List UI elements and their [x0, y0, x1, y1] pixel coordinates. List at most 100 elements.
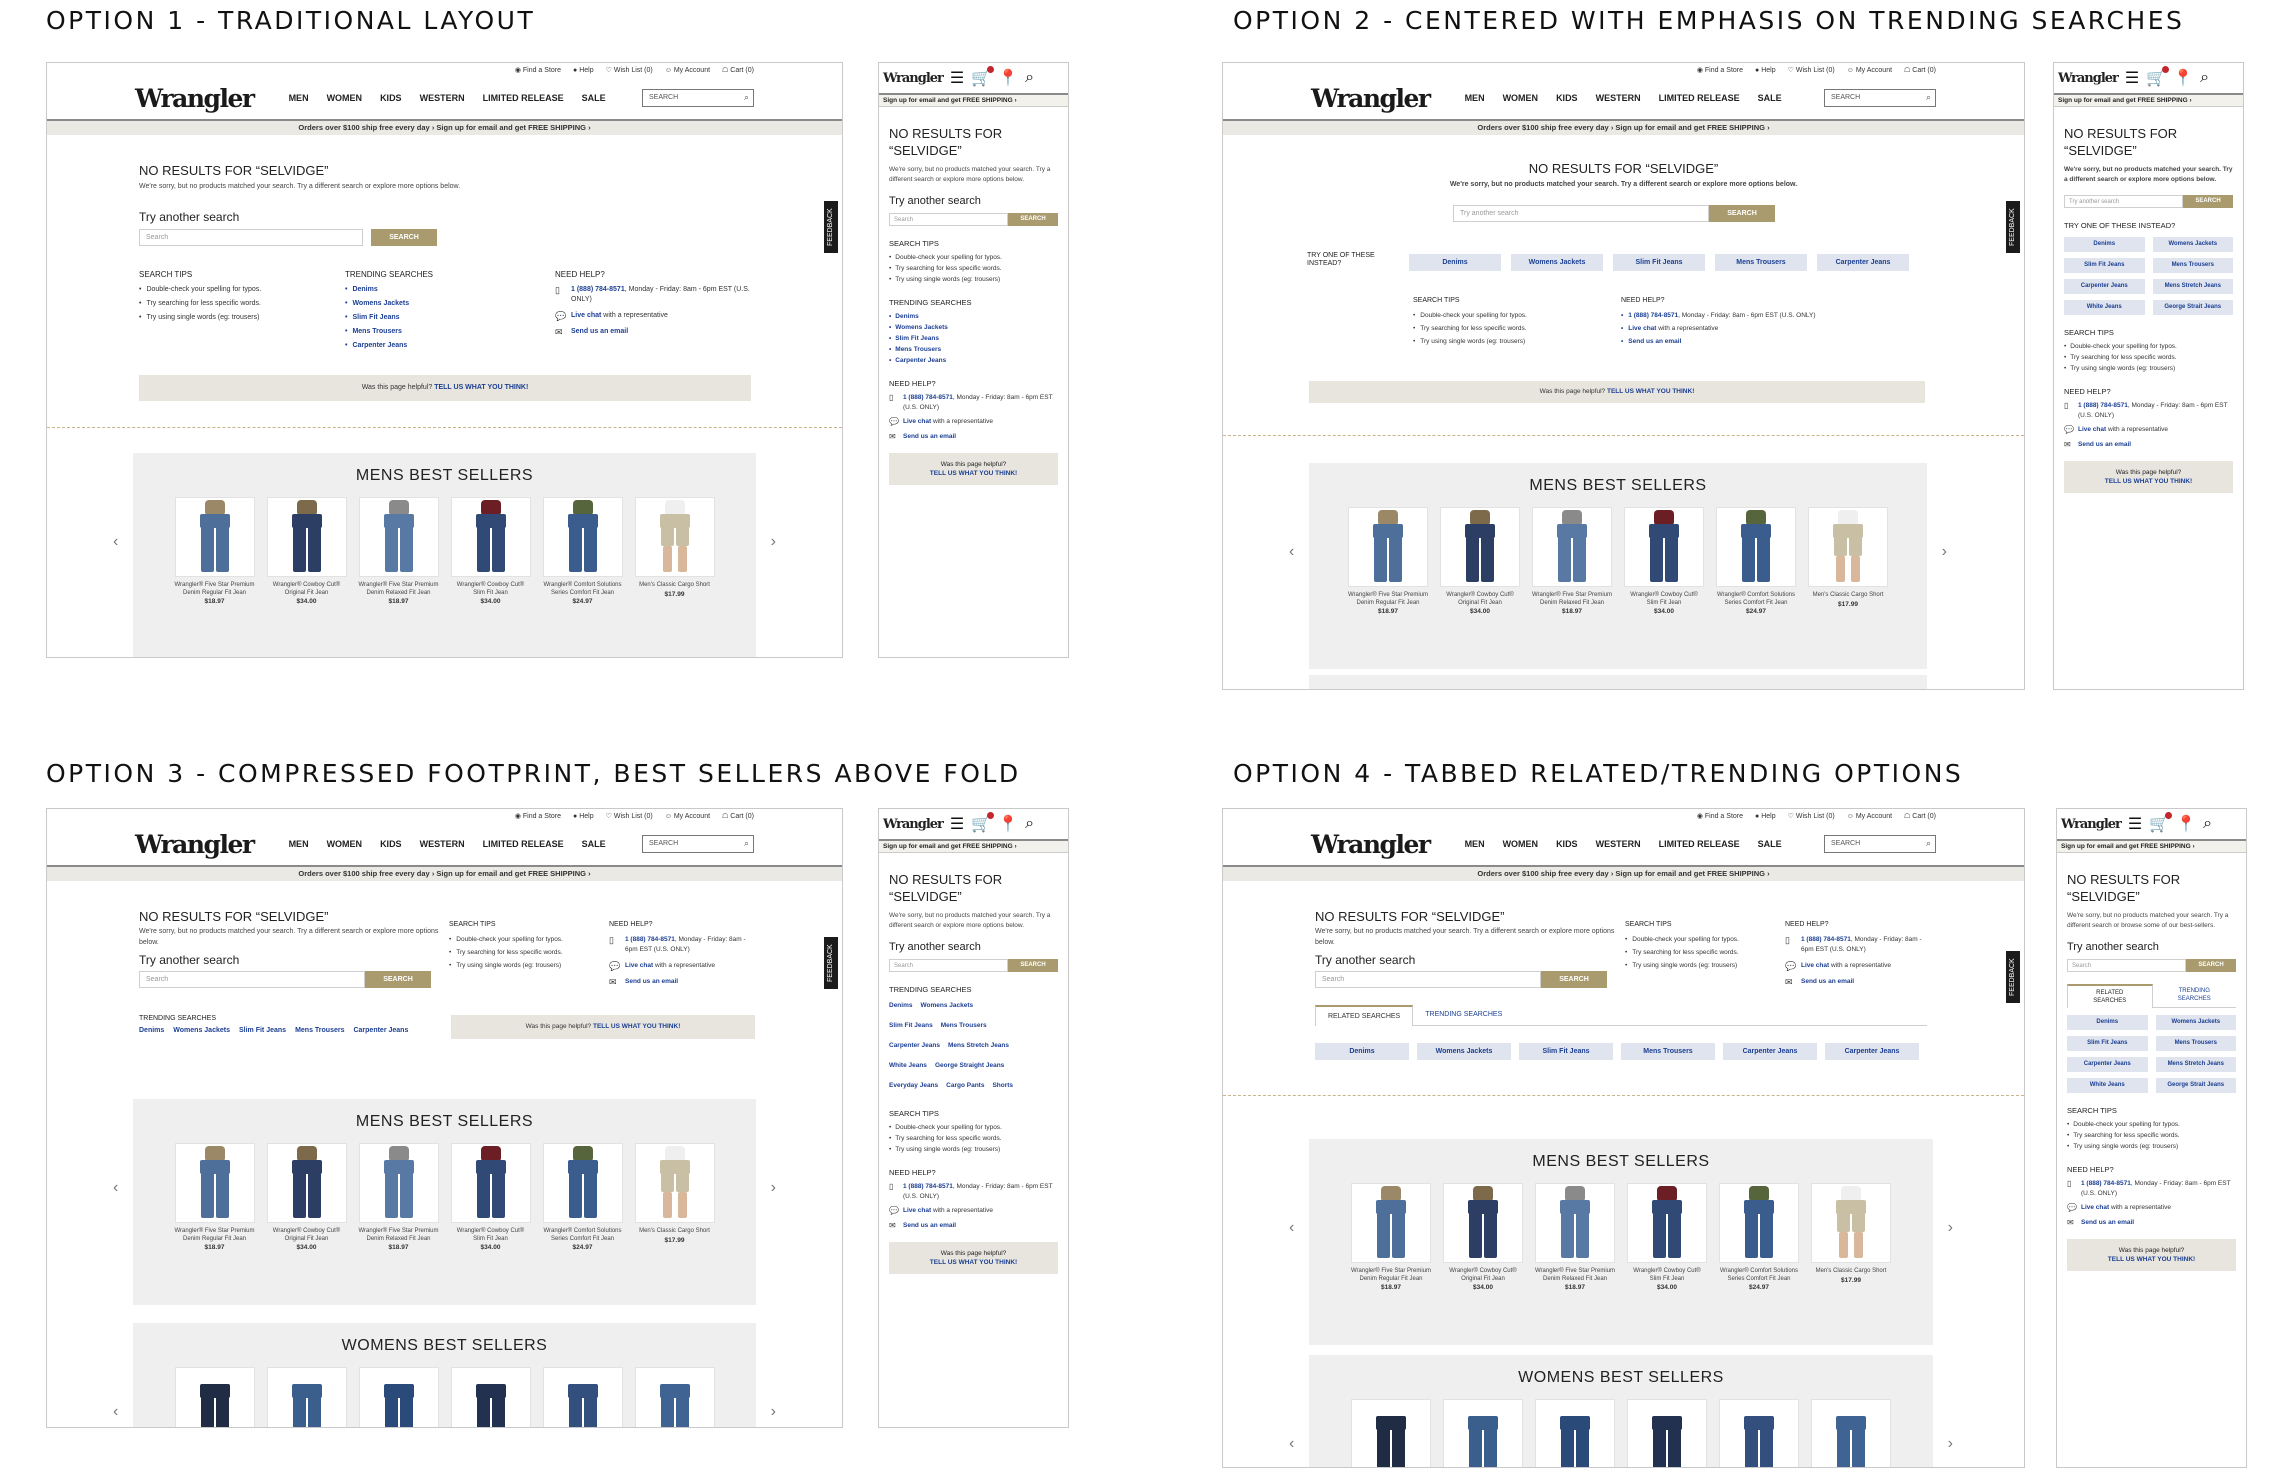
- phone-link[interactable]: 1 (888) 784-8571: [571, 286, 625, 293]
- product-card[interactable]: Men's Classic Cargo Short $17.99: [1808, 507, 1888, 615]
- product-name[interactable]: Wrangler® Five Star Premium Denim Relaxe…: [359, 1228, 439, 1243]
- phone-link[interactable]: 1 (888) 784-8571: [1628, 312, 1678, 319]
- phone-link[interactable]: 1 (888) 784-8571: [903, 1183, 953, 1190]
- product-name[interactable]: Wrangler® Comfort Solutions Series Comfo…: [543, 582, 623, 597]
- product-image[interactable]: [634, 1143, 715, 1223]
- product-card[interactable]: Wrangler® Comfort Solutions Series Comfo…: [1716, 507, 1796, 615]
- wrangler-logo[interactable]: Wrangler: [135, 84, 255, 113]
- cart-icon[interactable]: 🛒: [971, 812, 995, 834]
- product-card[interactable]: Wrangler® Comfort Solutions Series Comfo…: [1719, 1183, 1799, 1291]
- search-pill[interactable]: George Strait Jeans: [2152, 300, 2233, 315]
- related-pill[interactable]: Carpenter Jeans: [1825, 1043, 1919, 1060]
- live-chat-link[interactable]: Live chat: [903, 418, 931, 425]
- product-card[interactable]: Wrangler® Five Star Premium Denim Relaxe…: [1532, 507, 1612, 615]
- nav-item[interactable]: WESTERN: [420, 93, 465, 103]
- search-input[interactable]: Search: [2067, 959, 2186, 972]
- nav-item[interactable]: KIDS: [1556, 839, 1578, 849]
- nav-item[interactable]: WESTERN: [1596, 839, 1641, 849]
- wrangler-logo[interactable]: Wrangler: [135, 830, 255, 859]
- trending-link[interactable]: George Straight Jeans: [935, 1062, 1004, 1069]
- cart-icon[interactable]: 🛒: [2149, 812, 2173, 834]
- helpful-link[interactable]: TELL US WHAT YOU THINK!: [2071, 1255, 2232, 1264]
- product-image[interactable]: [1351, 1183, 1431, 1263]
- product-name[interactable]: Wrangler® Cowboy Cut® Slim Fit Jean: [451, 1228, 531, 1243]
- email-link[interactable]: Send us an email: [2081, 1218, 2134, 1228]
- product-image[interactable]: [1627, 1399, 1707, 1467]
- product-name[interactable]: Wrangler® Five Star Premium Denim Relaxe…: [359, 582, 439, 597]
- utility-link[interactable]: ☺ My Account: [665, 67, 710, 74]
- location-pin-icon[interactable]: 📍: [998, 68, 1018, 88]
- helpful-link[interactable]: TELL US WHAT YOU THINK!: [2068, 477, 2229, 486]
- search-pill[interactable]: Mens Stretch Jeans: [2152, 279, 2233, 294]
- chevron-left-icon[interactable]: ‹: [113, 533, 118, 551]
- product-name[interactable]: Wrangler® Five Star Premium Denim Relaxe…: [1535, 1268, 1615, 1283]
- product-image[interactable]: [1808, 507, 1888, 587]
- utility-link[interactable]: ♡ Wish List (0): [1788, 812, 1835, 820]
- product-image[interactable]: [174, 1367, 255, 1427]
- product-name[interactable]: Wrangler® Comfort Solutions Series Comfo…: [1716, 592, 1796, 607]
- product-image[interactable]: [266, 1143, 347, 1223]
- hamburger-menu-icon[interactable]: ☰: [2125, 68, 2139, 88]
- wrangler-logo[interactable]: Wrangler: [883, 817, 944, 832]
- search-pill[interactable]: George Strait Jeans: [2155, 1078, 2236, 1093]
- search-pill[interactable]: Mens Trousers: [2155, 1036, 2236, 1051]
- utility-link[interactable]: ☖ Cart (0): [722, 812, 754, 820]
- nav-item[interactable]: LIMITED RELEASE: [483, 839, 564, 849]
- product-name[interactable]: Wrangler® Cowboy Cut® Slim Fit Jean: [451, 582, 531, 597]
- product-card[interactable]: [1811, 1399, 1891, 1467]
- search-pill[interactable]: Carpenter Jeans: [2064, 279, 2145, 294]
- product-name[interactable]: Men's Classic Cargo Short: [1811, 1268, 1891, 1276]
- promo-bar[interactable]: Orders over $100 ship free every day › S…: [1223, 119, 2024, 135]
- trending-link[interactable]: Slim Fit Jeans: [889, 1022, 933, 1029]
- nav-item[interactable]: WOMEN: [327, 93, 363, 103]
- feedback-tab[interactable]: FEEDBACK: [824, 201, 838, 253]
- chevron-left-icon[interactable]: ‹: [1289, 543, 1294, 561]
- search-button[interactable]: SEARCH: [2183, 195, 2233, 208]
- related-pill[interactable]: Womens Jackets: [1417, 1043, 1511, 1060]
- nav-item[interactable]: MEN: [1465, 839, 1485, 849]
- product-name[interactable]: Wrangler® Cowboy Cut® Original Fit Jean: [1443, 1268, 1523, 1283]
- product-card[interactable]: [1535, 1399, 1615, 1467]
- trending-link[interactable]: Mens Trousers: [889, 344, 1058, 355]
- nav-item[interactable]: SALE: [582, 839, 606, 849]
- trending-link[interactable]: Shorts: [992, 1082, 1013, 1089]
- mobile-promo-bar[interactable]: Sign up for email and get FREE SHIPPING …: [2054, 93, 2243, 107]
- product-image[interactable]: [450, 497, 531, 577]
- product-name[interactable]: Wrangler® Five Star Premium Denim Regula…: [1351, 1268, 1431, 1283]
- cart-icon[interactable]: 🛒: [971, 66, 995, 88]
- product-card[interactable]: [450, 1367, 531, 1427]
- search-pill[interactable]: Mens Trousers: [2152, 258, 2233, 273]
- trending-link[interactable]: Mens Trousers: [345, 325, 409, 339]
- product-name[interactable]: Wrangler® Comfort Solutions Series Comfo…: [543, 1228, 623, 1243]
- product-name[interactable]: Men's Classic Cargo Short: [1808, 592, 1888, 600]
- hamburger-menu-icon[interactable]: ☰: [950, 814, 964, 834]
- product-image[interactable]: [634, 497, 715, 577]
- phone-link[interactable]: 1 (888) 784-8571: [2078, 402, 2128, 409]
- product-image[interactable]: [542, 497, 623, 577]
- promo-bar[interactable]: Orders over $100 ship free every day › S…: [47, 119, 842, 135]
- trending-link[interactable]: Slim Fit Jeans: [239, 1027, 286, 1034]
- related-pill[interactable]: Slim Fit Jeans: [1519, 1043, 1613, 1060]
- nav-item[interactable]: SALE: [1758, 93, 1782, 103]
- product-card[interactable]: Men's Classic Cargo Short $17.99: [634, 1143, 715, 1251]
- nav-item[interactable]: WOMEN: [1503, 839, 1539, 849]
- product-card[interactable]: Wrangler® Cowboy Cut® Original Fit Jean $…: [266, 1143, 347, 1251]
- chevron-left-icon[interactable]: ‹: [113, 1403, 118, 1421]
- search-pill[interactable]: Mens Stretch Jeans: [2155, 1057, 2236, 1072]
- location-pin-icon[interactable]: 📍: [998, 814, 1018, 834]
- product-image[interactable]: [542, 1367, 623, 1427]
- phone-link[interactable]: 1 (888) 784-8571: [625, 936, 675, 943]
- product-name[interactable]: Wrangler® Five Star Premium Denim Regula…: [175, 582, 255, 597]
- utility-link[interactable]: ♡ Wish List (0): [1788, 66, 1835, 74]
- product-card[interactable]: Wrangler® Five Star Premium Denim Regula…: [174, 497, 255, 605]
- product-name[interactable]: Wrangler® Five Star Premium Denim Regula…: [175, 1228, 255, 1243]
- search-input[interactable]: Search: [889, 213, 1008, 226]
- product-name[interactable]: Wrangler® Five Star Premium Denim Relaxe…: [1532, 592, 1612, 607]
- product-card[interactable]: Wrangler® Comfort Solutions Series Comfo…: [542, 1143, 623, 1251]
- nav-item[interactable]: MEN: [289, 93, 309, 103]
- search-icon[interactable]: ⌕: [1025, 815, 1034, 833]
- live-chat-link[interactable]: Live chat: [2078, 426, 2106, 433]
- nav-item[interactable]: LIMITED RELEASE: [1659, 839, 1740, 849]
- search-input[interactable]: Search: [139, 229, 363, 246]
- search-pill[interactable]: White Jeans: [2067, 1078, 2148, 1093]
